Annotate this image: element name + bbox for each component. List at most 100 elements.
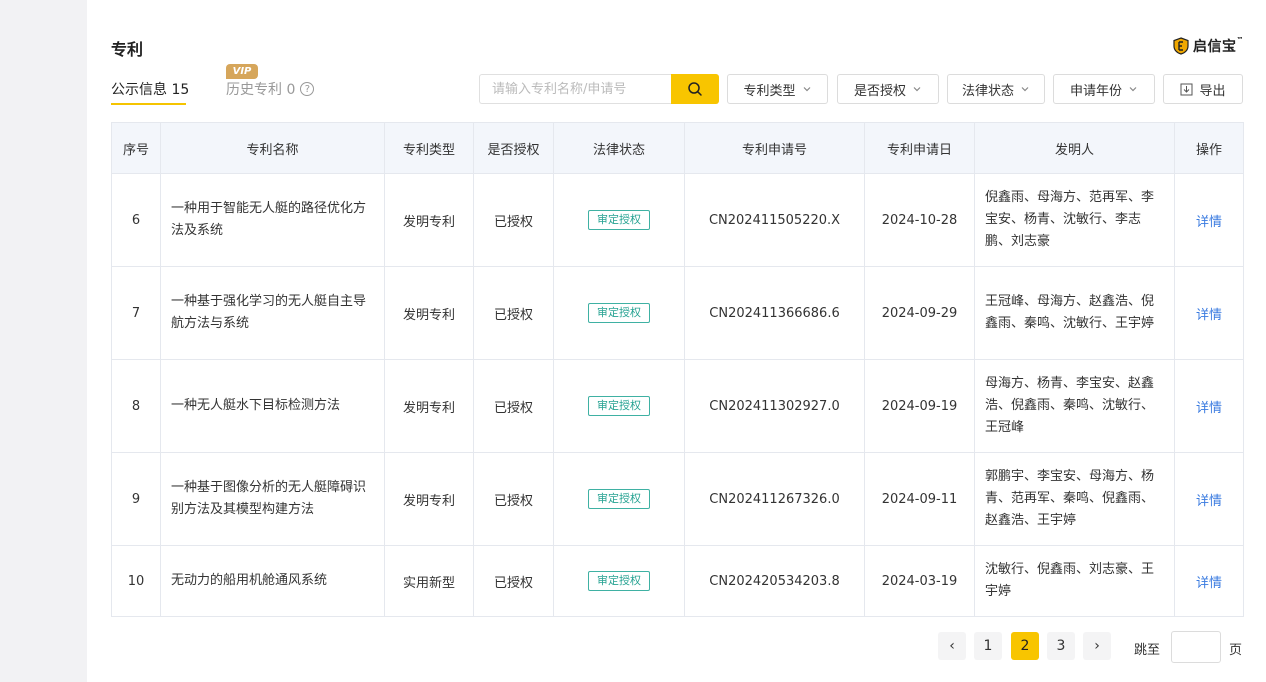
patent-table: 序号 专利名称 专利类型 是否授权 法律状态 专利申请号 专利申请日 发明人 操… <box>111 122 1244 617</box>
brand-shield-icon <box>1173 37 1189 55</box>
row-no: 9 <box>111 452 161 546</box>
row-patent-name: 一种基于图像分析的无人艇障碍识别方法及其模型构建方法 <box>160 452 385 546</box>
tab-public-count: 15 <box>171 82 190 98</box>
row-granted: 已授权 <box>473 173 554 267</box>
row-app-no: CN202411366686.6 <box>684 266 865 360</box>
row-action: 详情 <box>1174 173 1244 267</box>
status-badge: 审定授权 <box>588 210 650 230</box>
row-granted: 已授权 <box>473 452 554 546</box>
table-row: 6 一种用于智能无人艇的路径优化方法及系统 发明专利 已授权 审定授权 CN20… <box>111 173 1244 267</box>
status-badge: 审定授权 <box>588 396 650 416</box>
help-circle-icon[interactable]: ? <box>300 82 315 96</box>
row-inventors: 沈敏行、倪鑫雨、刘志豪、王宇婷 <box>974 545 1175 617</box>
page-3-button[interactable]: 3 <box>1047 632 1075 660</box>
row-no: 8 <box>111 359 161 453</box>
detail-link[interactable]: 详情 <box>1196 576 1222 591</box>
page-2-button[interactable]: 2 <box>1011 632 1039 660</box>
filter-legal-status[interactable]: 法律状态 <box>947 74 1045 104</box>
row-action: 详情 <box>1174 452 1244 546</box>
row-inventors: 王冠峰、母海方、赵鑫浩、倪鑫雨、秦鸣、沈敏行、王宇婷 <box>974 266 1175 360</box>
tab-history-label: 历史专利 <box>226 82 282 98</box>
section-title: 专利 <box>111 40 144 59</box>
row-legal-status: 审定授权 <box>553 266 685 360</box>
row-action: 详情 <box>1174 359 1244 453</box>
row-granted: 已授权 <box>473 266 554 360</box>
search-field <box>479 74 671 104</box>
row-type: 发明专利 <box>384 452 474 546</box>
active-tab-indicator <box>111 103 186 105</box>
table-row: 9 一种基于图像分析的无人艇障碍识别方法及其模型构建方法 发明专利 已授权 审定… <box>111 452 1244 546</box>
jump-page-input[interactable] <box>1171 631 1221 663</box>
header-inventors: 发明人 <box>974 122 1175 174</box>
table-row: 10 无动力的船用机舱通风系统 实用新型 已授权 审定授权 CN20242053… <box>111 545 1244 617</box>
brand-logo: 启信宝™ <box>1173 36 1244 56</box>
page-unit-label: 页 <box>1229 643 1243 658</box>
row-type: 发明专利 <box>384 173 474 267</box>
chevron-down-icon <box>803 87 810 92</box>
brand-trademark: ™ <box>1236 36 1244 44</box>
filter-granted[interactable]: 是否授权 <box>837 74 939 104</box>
detail-link[interactable]: 详情 <box>1196 494 1222 509</box>
header-app-date: 专利申请日 <box>864 122 975 174</box>
row-app-no: CN202420534203.8 <box>684 545 865 617</box>
tab-history-count: 0 <box>286 82 296 98</box>
filter-apply-year[interactable]: 申请年份 <box>1053 74 1155 104</box>
tab-public-label: 公示信息 <box>111 82 167 98</box>
row-app-date: 2024-10-28 <box>864 173 975 267</box>
row-legal-status: 审定授权 <box>553 359 685 453</box>
status-badge: 审定授权 <box>588 303 650 323</box>
row-legal-status: 审定授权 <box>553 173 685 267</box>
tab-history-patents[interactable]: 历史专利 0 ? <box>226 79 315 99</box>
row-action: 详情 <box>1174 545 1244 617</box>
filter-patent-type[interactable]: 专利类型 <box>727 74 828 104</box>
next-page-button[interactable]: › <box>1083 632 1111 660</box>
row-app-no: CN202411505220.X <box>684 173 865 267</box>
row-patent-name: 无动力的船用机舱通风系统 <box>160 545 385 617</box>
row-inventors: 倪鑫雨、母海方、范再军、李宝安、杨青、沈敏行、李志鹏、刘志豪 <box>974 173 1175 267</box>
filter-patent-type-label: 专利类型 <box>743 83 796 99</box>
filter-apply-year-label: 申请年份 <box>1069 83 1122 99</box>
detail-link[interactable]: 详情 <box>1196 401 1222 416</box>
export-button[interactable]: 导出 <box>1163 74 1243 104</box>
table-row: 7 一种基于强化学习的无人艇自主导航方法与系统 发明专利 已授权 审定授权 CN… <box>111 266 1244 360</box>
table-row: 8 一种无人艇水下目标检测方法 发明专利 已授权 审定授权 CN20241130… <box>111 359 1244 453</box>
row-legal-status: 审定授权 <box>553 452 685 546</box>
download-icon <box>1180 83 1193 95</box>
detail-link[interactable]: 详情 <box>1196 308 1222 323</box>
header-app-no: 专利申请号 <box>684 122 865 174</box>
row-app-no: CN202411267326.0 <box>684 452 865 546</box>
chevron-down-icon <box>913 87 921 92</box>
export-label: 导出 <box>1199 83 1226 99</box>
row-patent-name: 一种基于强化学习的无人艇自主导航方法与系统 <box>160 266 385 360</box>
header-name: 专利名称 <box>160 122 385 174</box>
chevron-down-icon <box>1021 87 1029 92</box>
search-button[interactable] <box>671 74 719 104</box>
table-header-row: 序号 专利名称 专利类型 是否授权 法律状态 专利申请号 专利申请日 发明人 操… <box>111 122 1244 174</box>
tab-public-info[interactable]: 公示信息 15 <box>111 79 189 99</box>
left-sidebar-gutter <box>0 0 87 682</box>
header-action: 操作 <box>1174 122 1244 174</box>
row-no: 10 <box>111 545 161 617</box>
patent-panel: 专利 启信宝™ 公示信息 15 VIP 历史专利 0 ? 专利类型 是否授权 法… <box>87 0 1266 682</box>
search-icon <box>688 82 702 96</box>
row-app-date: 2024-09-19 <box>864 359 975 453</box>
row-type: 发明专利 <box>384 359 474 453</box>
row-granted: 已授权 <box>473 545 554 617</box>
row-type: 实用新型 <box>384 545 474 617</box>
row-inventors: 母海方、杨青、李宝安、赵鑫浩、倪鑫雨、秦鸣、沈敏行、王冠峰 <box>974 359 1175 453</box>
row-inventors: 郭鹏宇、李宝安、母海方、杨青、范再军、秦鸣、倪鑫雨、赵鑫浩、王宇婷 <box>974 452 1175 546</box>
row-no: 7 <box>111 266 161 360</box>
prev-page-button[interactable]: ‹ <box>938 632 966 660</box>
detail-link[interactable]: 详情 <box>1196 215 1222 230</box>
row-type: 发明专利 <box>384 266 474 360</box>
status-badge: 审定授权 <box>588 489 650 509</box>
row-action: 详情 <box>1174 266 1244 360</box>
row-patent-name: 一种无人艇水下目标检测方法 <box>160 359 385 453</box>
row-app-no: CN202411302927.0 <box>684 359 865 453</box>
page-1-button[interactable]: 1 <box>974 632 1002 660</box>
status-badge: 审定授权 <box>588 571 650 591</box>
search-input[interactable] <box>480 75 671 103</box>
row-granted: 已授权 <box>473 359 554 453</box>
filter-granted-label: 是否授权 <box>853 83 906 99</box>
header-granted: 是否授权 <box>473 122 554 174</box>
